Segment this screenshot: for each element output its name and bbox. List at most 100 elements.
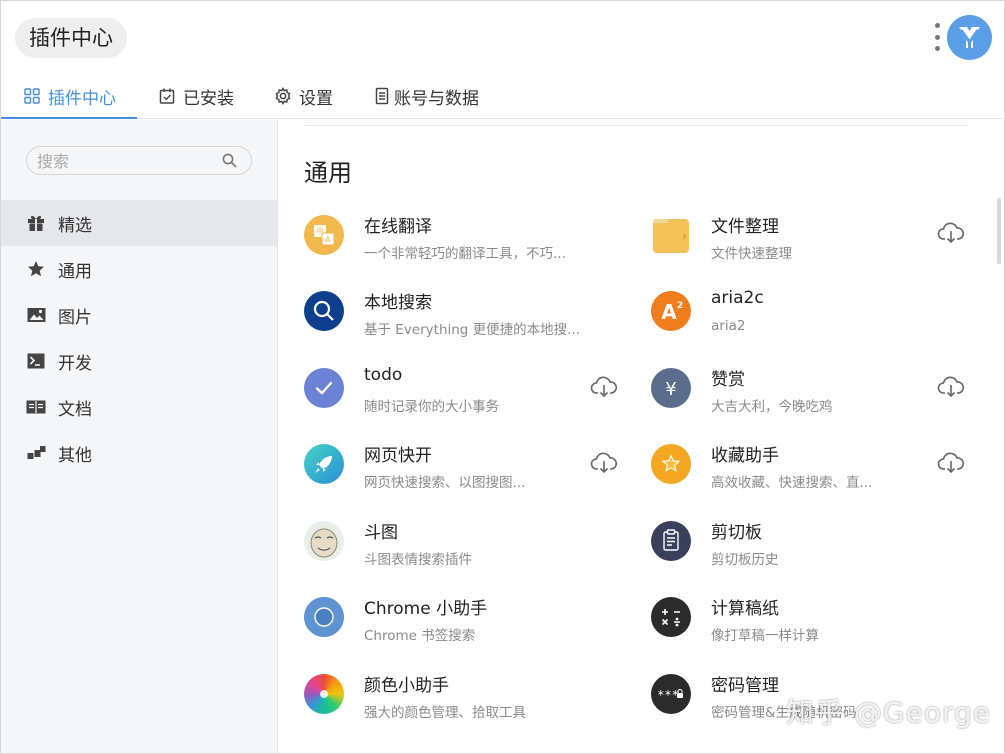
svg-text:***: *** <box>657 688 679 702</box>
plugin-name: 斗图 <box>364 523 398 543</box>
plugin-name: 计算稿纸 <box>711 599 779 619</box>
plugin-item-file-organizer[interactable]: 文件整理 文件快速整理 <box>651 215 971 281</box>
plugin-description: 高效收藏、快速搜索、直... <box>711 475 873 491</box>
search-input[interactable] <box>37 150 217 172</box>
download-cloud-icon[interactable] <box>590 376 618 398</box>
sidebar-item-label: 通用 <box>58 261 92 282</box>
plugin-name: aria2c <box>711 288 764 308</box>
password-icon: *** <box>651 674 691 714</box>
plugin-name: 剪切板 <box>711 523 762 543</box>
sidebar-item-label: 图片 <box>58 307 92 328</box>
sidebar: 精选 通用 图片 <box>1 120 278 753</box>
sidebar-item-label: 精选 <box>58 215 92 236</box>
aria-icon: A 2 <box>651 291 691 331</box>
plugin-description: Chrome 书签搜索 <box>364 628 476 644</box>
plugin-name: 在线翻译 <box>364 217 432 237</box>
scrollbar-thumb[interactable] <box>997 198 1001 264</box>
tab-bar: 插件中心 已安装 设置 账号与数据 <box>1 73 1004 119</box>
search-box <box>26 146 252 175</box>
plugin-item-meme[interactable]: 斗图 斗图表情搜索插件 <box>304 521 624 587</box>
svg-text:A: A <box>325 236 331 245</box>
plugin-name: 本地搜索 <box>364 293 432 313</box>
sidebar-item-label: 开发 <box>58 353 92 374</box>
plugin-description: 随时记录你的大小事务 <box>364 399 499 415</box>
search-icon[interactable] <box>222 153 237 168</box>
gift-icon <box>26 213 46 233</box>
divider <box>305 125 969 126</box>
plugin-item-aria2c[interactable]: A 2 aria2c aria2 <box>651 288 971 357</box>
plugin-name: 赞赏 <box>711 370 745 390</box>
chrome-circle-icon <box>304 597 344 637</box>
color-wheel-icon <box>304 674 344 714</box>
calendar-check-icon <box>158 87 176 105</box>
meme-face-icon <box>304 521 344 561</box>
plugin-name: 收藏助手 <box>711 446 779 466</box>
top-bar: 插件中心 <box>1 1 1004 73</box>
app-title: 插件中心 <box>15 18 127 58</box>
plugin-description: 像打草稿一样计算 <box>711 628 819 644</box>
active-tab-indicator <box>1 117 137 119</box>
svg-text:¥: ¥ <box>665 379 676 400</box>
plugin-item-reward[interactable]: ¥ 赞赏 大吉大利，今晚吃鸡 <box>651 368 971 434</box>
tab-label: 已安装 <box>183 88 234 109</box>
plugin-item-chrome-helper[interactable]: Chrome 小助手 Chrome 书签搜索 <box>304 597 624 663</box>
plugin-item-local-search[interactable]: 本地搜索 基于 Everything 更便捷的本地搜... <box>304 291 624 357</box>
tab-label: 插件中心 <box>48 88 116 109</box>
sidebar-item-label: 其他 <box>58 445 92 466</box>
plugin-name: 文件整理 <box>711 217 779 237</box>
ledger-icon <box>375 87 389 105</box>
plugin-description: 一个非常轻巧的翻译工具，不巧... <box>364 246 566 262</box>
plugin-description: 网页快速搜索、以图搜图... <box>364 475 526 491</box>
plugin-item-color-helper[interactable]: 颜色小助手 强大的颜色管理、拾取工具 <box>304 674 624 740</box>
image-icon <box>26 305 46 325</box>
plugin-item-todo[interactable]: todo 随时记录你的大小事务 <box>304 365 624 434</box>
sidebar-item-images[interactable]: 图片 <box>1 292 277 338</box>
download-cloud-icon[interactable] <box>937 222 965 244</box>
star-badge-icon <box>651 444 691 484</box>
sidebar-item-label: 文档 <box>58 399 92 420</box>
app-logo-icon[interactable] <box>947 15 992 60</box>
plugin-name: 颜色小助手 <box>364 676 449 696</box>
plugin-item-password-manager[interactable]: *** 密码管理 密码管理&生成随机密码 <box>651 674 971 740</box>
download-cloud-icon[interactable] <box>590 452 618 474</box>
plugin-item-translate[interactable]: 中 A 在线翻译 一个非常轻巧的翻译工具，不巧... <box>304 215 624 281</box>
star-icon <box>26 259 46 279</box>
plugin-description: 大吉大利，今晚吃鸡 <box>711 399 833 415</box>
plugin-item-clipboard[interactable]: 剪切板 剪切板历史 <box>651 521 971 587</box>
tab-account-data[interactable]: 账号与数据 <box>375 73 479 119</box>
translate-icon: 中 A <box>304 215 344 255</box>
more-menu-icon[interactable] <box>931 23 943 51</box>
calculator-icon <box>651 597 691 637</box>
plugin-item-quick-web[interactable]: 网页快开 网页快速搜索、以图搜图... <box>304 444 624 510</box>
svg-text:A: A <box>661 300 677 324</box>
sidebar-item-documents[interactable]: 文档 <box>1 384 277 430</box>
folder-icon <box>651 215 691 255</box>
plugin-item-favorites[interactable]: 收藏助手 高效收藏、快速搜索、直... <box>651 444 971 510</box>
section-title: 通用 <box>304 159 352 187</box>
book-icon <box>26 397 46 417</box>
terminal-icon <box>26 351 46 371</box>
download-cloud-icon[interactable] <box>937 452 965 474</box>
plugin-name: Chrome 小助手 <box>364 599 488 619</box>
sidebar-item-general[interactable]: 通用 <box>1 246 277 292</box>
plugin-name: 密码管理 <box>711 676 779 696</box>
download-cloud-icon[interactable] <box>937 376 965 398</box>
plugin-description: 剪切板历史 <box>711 552 779 568</box>
tab-settings[interactable]: 设置 <box>274 73 333 119</box>
blocks-icon <box>26 443 46 463</box>
sidebar-item-development[interactable]: 开发 <box>1 338 277 384</box>
plugin-name: todo <box>364 365 403 385</box>
tab-label: 账号与数据 <box>394 88 479 109</box>
plugin-item-calculator[interactable]: 计算稿纸 像打草稿一样计算 <box>651 597 971 663</box>
gear-icon <box>274 87 292 105</box>
sidebar-item-featured[interactable]: 精选 <box>1 200 277 246</box>
app-window: 插件中心 插件中心 已安装 设置 账号与数据 搜索 精选 通用 图片 开发 文档… <box>0 0 1005 754</box>
plugin-list-panel: 通用 中 A 在线翻译 一个非常轻巧的翻译工具，不巧... 本地搜索 基于 Ev… <box>279 120 1004 753</box>
plugin-description: 密码管理&生成随机密码 <box>711 705 857 721</box>
plugin-description: 基于 Everything 更便捷的本地搜... <box>364 322 581 338</box>
tab-plugin-center[interactable]: 插件中心 <box>23 73 116 119</box>
plugin-description: 斗图表情搜索插件 <box>364 552 472 568</box>
clipboard-icon <box>651 521 691 561</box>
sidebar-item-other[interactable]: 其他 <box>1 430 277 476</box>
tab-installed[interactable]: 已安装 <box>158 73 234 119</box>
